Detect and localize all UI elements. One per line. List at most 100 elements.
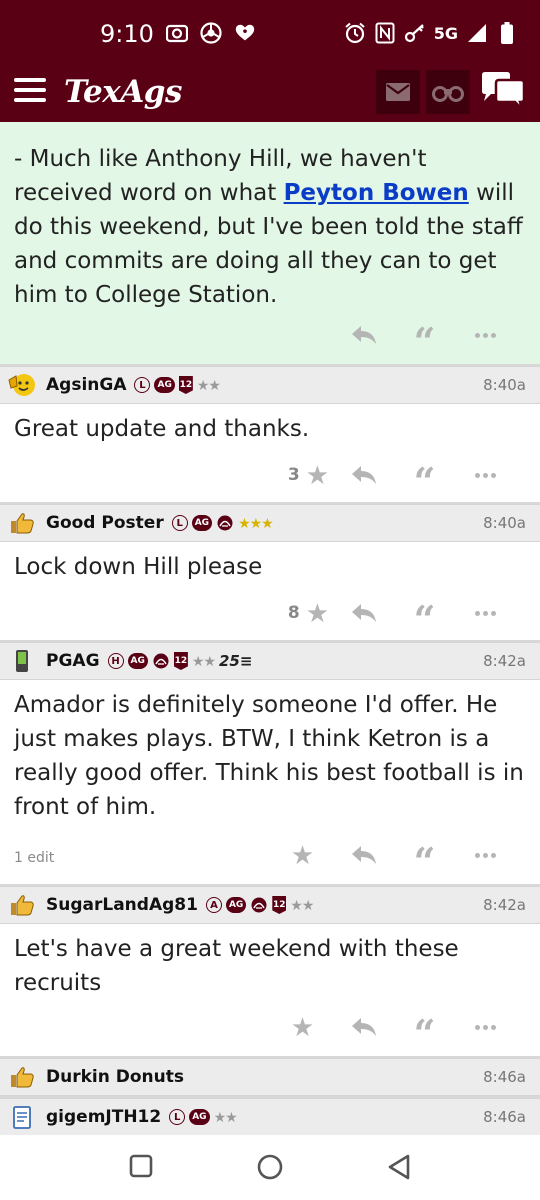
back-triangle-icon[interactable]	[386, 1153, 412, 1186]
bonfire-badge-icon	[152, 653, 170, 669]
alarm-icon	[344, 22, 366, 44]
user-stars: ★★	[290, 896, 314, 913]
badge-ag: AG	[154, 377, 175, 393]
username[interactable]: Good Poster	[46, 513, 164, 533]
bonfire-badge-icon	[216, 515, 234, 531]
highlighted-post: - Much like Anthony Hill, we haven't rec…	[0, 122, 540, 366]
more-options-icon[interactable]	[455, 1024, 516, 1030]
edit-note[interactable]: 1 edit	[14, 850, 54, 866]
network-type: 5G	[433, 23, 458, 43]
post-body: Lock down Hill please	[14, 554, 263, 580]
reply-icon[interactable]	[333, 1017, 394, 1037]
post-timestamp: 8:42a	[483, 652, 526, 670]
reply-icon[interactable]	[333, 603, 394, 623]
binoculars-button[interactable]	[426, 70, 470, 114]
user-bar: Durkin Donuts 8:46a	[0, 1058, 540, 1096]
badge-ag: AG	[225, 897, 247, 913]
user-bar: SugarLandAg81 A AG 12 ★★ 8:42a	[0, 886, 540, 924]
post-timestamp: 8:40a	[483, 514, 526, 532]
star-icon: ★	[305, 597, 329, 628]
post-body: Great update and thanks.	[14, 416, 310, 442]
post-timestamp: 8:46a	[483, 1108, 526, 1126]
star-count: 8	[287, 603, 300, 623]
badge-l: L	[169, 1109, 186, 1125]
reply-post: Lock down Hill please 8 ★ “	[0, 542, 540, 642]
post-body: Let's have a great weekend with these re…	[14, 936, 459, 996]
thumbs-up-avatar-icon[interactable]	[8, 510, 36, 536]
user-bar: AgsinGA L AG 12 ★★ 8:40a	[0, 366, 540, 404]
username[interactable]: AgsinGA	[46, 375, 126, 395]
badge-12: 12	[178, 376, 193, 394]
more-options-icon[interactable]	[455, 472, 516, 478]
phone-avatar-icon[interactable]	[8, 648, 36, 674]
badge-h: H	[107, 653, 124, 669]
user-bar: gigemJTH12 L AG ★★ 8:46a	[0, 1098, 540, 1136]
star-count: 3	[287, 465, 300, 485]
more-options-icon[interactable]	[455, 852, 516, 858]
username[interactable]: SugarLandAg81	[46, 895, 198, 915]
reply-post: Let's have a great weekend with these re…	[0, 924, 540, 1058]
badge-a: A	[205, 897, 222, 913]
thumbs-up-avatar-icon[interactable]	[8, 892, 36, 918]
post-timestamp: 8:40a	[483, 376, 526, 394]
post-actions: ★ “	[272, 1010, 516, 1053]
home-circle-icon[interactable]	[256, 1153, 284, 1186]
quote-icon[interactable]: “	[394, 458, 455, 501]
star-icon[interactable]: ★	[272, 1012, 333, 1043]
user-stars: ★★	[191, 652, 216, 669]
hamburger-menu-icon[interactable]	[14, 78, 46, 104]
username[interactable]: gigemJTH12	[46, 1107, 161, 1127]
star-icon[interactable]: ★	[272, 840, 333, 871]
quote-icon[interactable]: “	[394, 596, 455, 639]
binoculars-icon	[432, 86, 464, 102]
post-timestamp: 8:42a	[483, 896, 526, 914]
chat-button[interactable]	[480, 72, 526, 114]
thumbs-up-avatar-icon[interactable]	[8, 1064, 36, 1090]
reply-icon[interactable]	[333, 465, 394, 485]
badge-ag: AG	[191, 515, 213, 531]
username[interactable]: Durkin Donuts	[46, 1067, 184, 1087]
system-nav-bar	[0, 1135, 540, 1200]
more-options-icon[interactable]	[455, 610, 516, 616]
post-body: - Much like Anthony Hill, we haven't rec…	[14, 142, 526, 312]
mail-icon	[386, 83, 410, 101]
recents-square-icon[interactable]	[128, 1153, 154, 1184]
reply-icon[interactable]	[333, 325, 394, 345]
status-bar: 9:10 5G	[0, 0, 540, 62]
status-time: 9:10	[100, 20, 154, 48]
badge-12: 12	[173, 652, 188, 670]
nfc-icon	[374, 22, 396, 44]
user-bar: Good Poster L AG ★★★ 8:40a	[0, 504, 540, 542]
key-icon	[404, 22, 426, 44]
user-bar: PGAG H AG 12 ★★ 25≡ 8:42a	[0, 642, 540, 680]
avatar[interactable]	[8, 372, 36, 398]
player-link[interactable]: Peyton Bowen	[284, 180, 469, 206]
bonfire-badge-icon	[250, 897, 268, 913]
star-icon: ★	[305, 459, 329, 490]
quote-icon[interactable]: “	[394, 1010, 455, 1053]
star-button[interactable]: 3 ★	[288, 460, 333, 491]
post-actions: 8 ★ “	[288, 596, 516, 639]
chrome-icon	[200, 22, 222, 44]
post-actions: ★ “	[272, 838, 516, 881]
post-body: Amador is definitely someone I'd offer. …	[14, 692, 524, 820]
quote-icon[interactable]: “	[394, 838, 455, 881]
username[interactable]: PGAG	[46, 651, 100, 671]
post-actions: “	[333, 318, 516, 361]
battery-icon	[496, 22, 518, 44]
badge-12: 12	[272, 896, 287, 914]
star-button[interactable]: 8 ★	[288, 598, 333, 629]
more-options-icon[interactable]	[455, 332, 516, 338]
mail-button[interactable]	[376, 70, 420, 114]
badge-ag: AG	[127, 653, 148, 669]
app-header: TexAgs	[0, 62, 540, 122]
badge-ag: AG	[189, 1109, 210, 1125]
quote-icon[interactable]: “	[394, 318, 455, 361]
badge-25: 25≡	[219, 652, 253, 670]
post-timestamp: 8:46a	[483, 1068, 526, 1086]
texags-logo[interactable]: TexAgs	[64, 74, 182, 110]
user-stars: ★★	[213, 1108, 238, 1125]
camera-icon	[166, 22, 188, 44]
notepad-avatar-icon[interactable]	[8, 1104, 36, 1130]
reply-icon[interactable]	[333, 845, 394, 865]
